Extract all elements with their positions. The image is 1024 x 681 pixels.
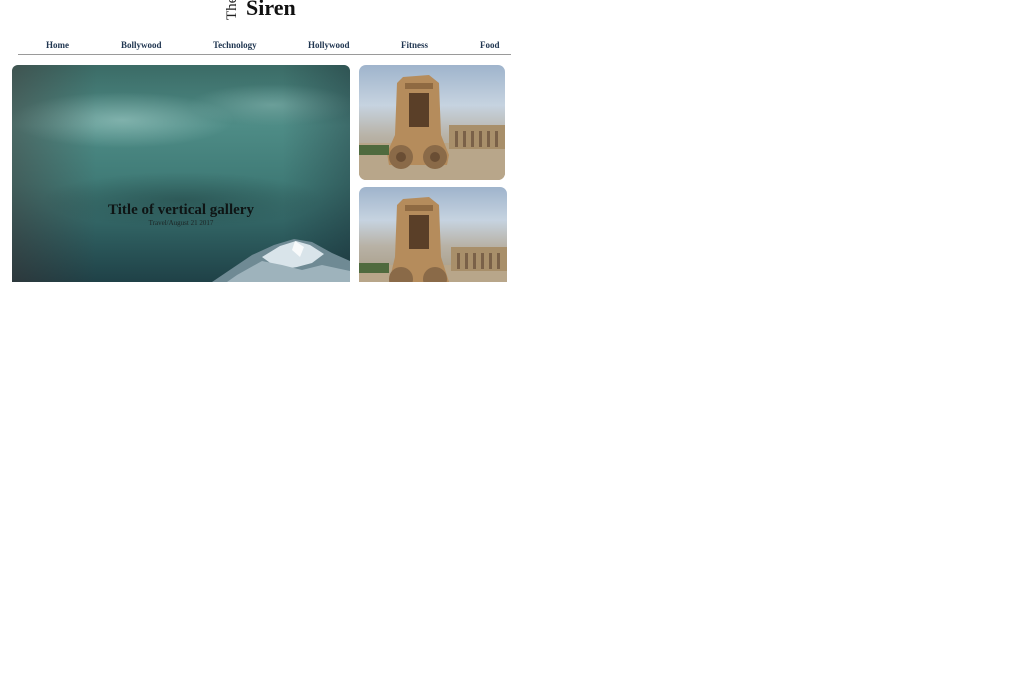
gallery-thumbnail-1[interactable] — [359, 65, 505, 180]
hero-gallery-card[interactable]: Title of vertical gallery Travel/August … — [12, 65, 350, 282]
nav-item-fitness[interactable]: Fitness — [401, 40, 428, 50]
mountain-peak-image — [212, 239, 350, 282]
main-nav: Home Bollywood Technology Hollywood Fitn… — [18, 38, 511, 55]
nav-item-hollywood[interactable]: Hollywood — [308, 40, 350, 50]
nav-item-food[interactable]: Food — [480, 40, 500, 50]
hero-title[interactable]: Title of vertical gallery — [12, 202, 350, 218]
nav-item-technology[interactable]: Technology — [213, 40, 257, 50]
page: The Siren Home Bollywood Technology Holl… — [0, 0, 1024, 681]
hero-meta: Travel/August 21 2017 — [148, 219, 214, 227]
stone-chariot-image — [359, 75, 505, 180]
nav-item-bollywood[interactable]: Bollywood — [121, 40, 162, 50]
nav-item-home[interactable]: Home — [46, 40, 69, 50]
stone-chariot-image — [359, 197, 507, 282]
gallery-thumbnail-2[interactable] — [359, 187, 507, 282]
logo-prefix: The — [224, 0, 240, 20]
logo-name: Siren — [246, 0, 296, 20]
